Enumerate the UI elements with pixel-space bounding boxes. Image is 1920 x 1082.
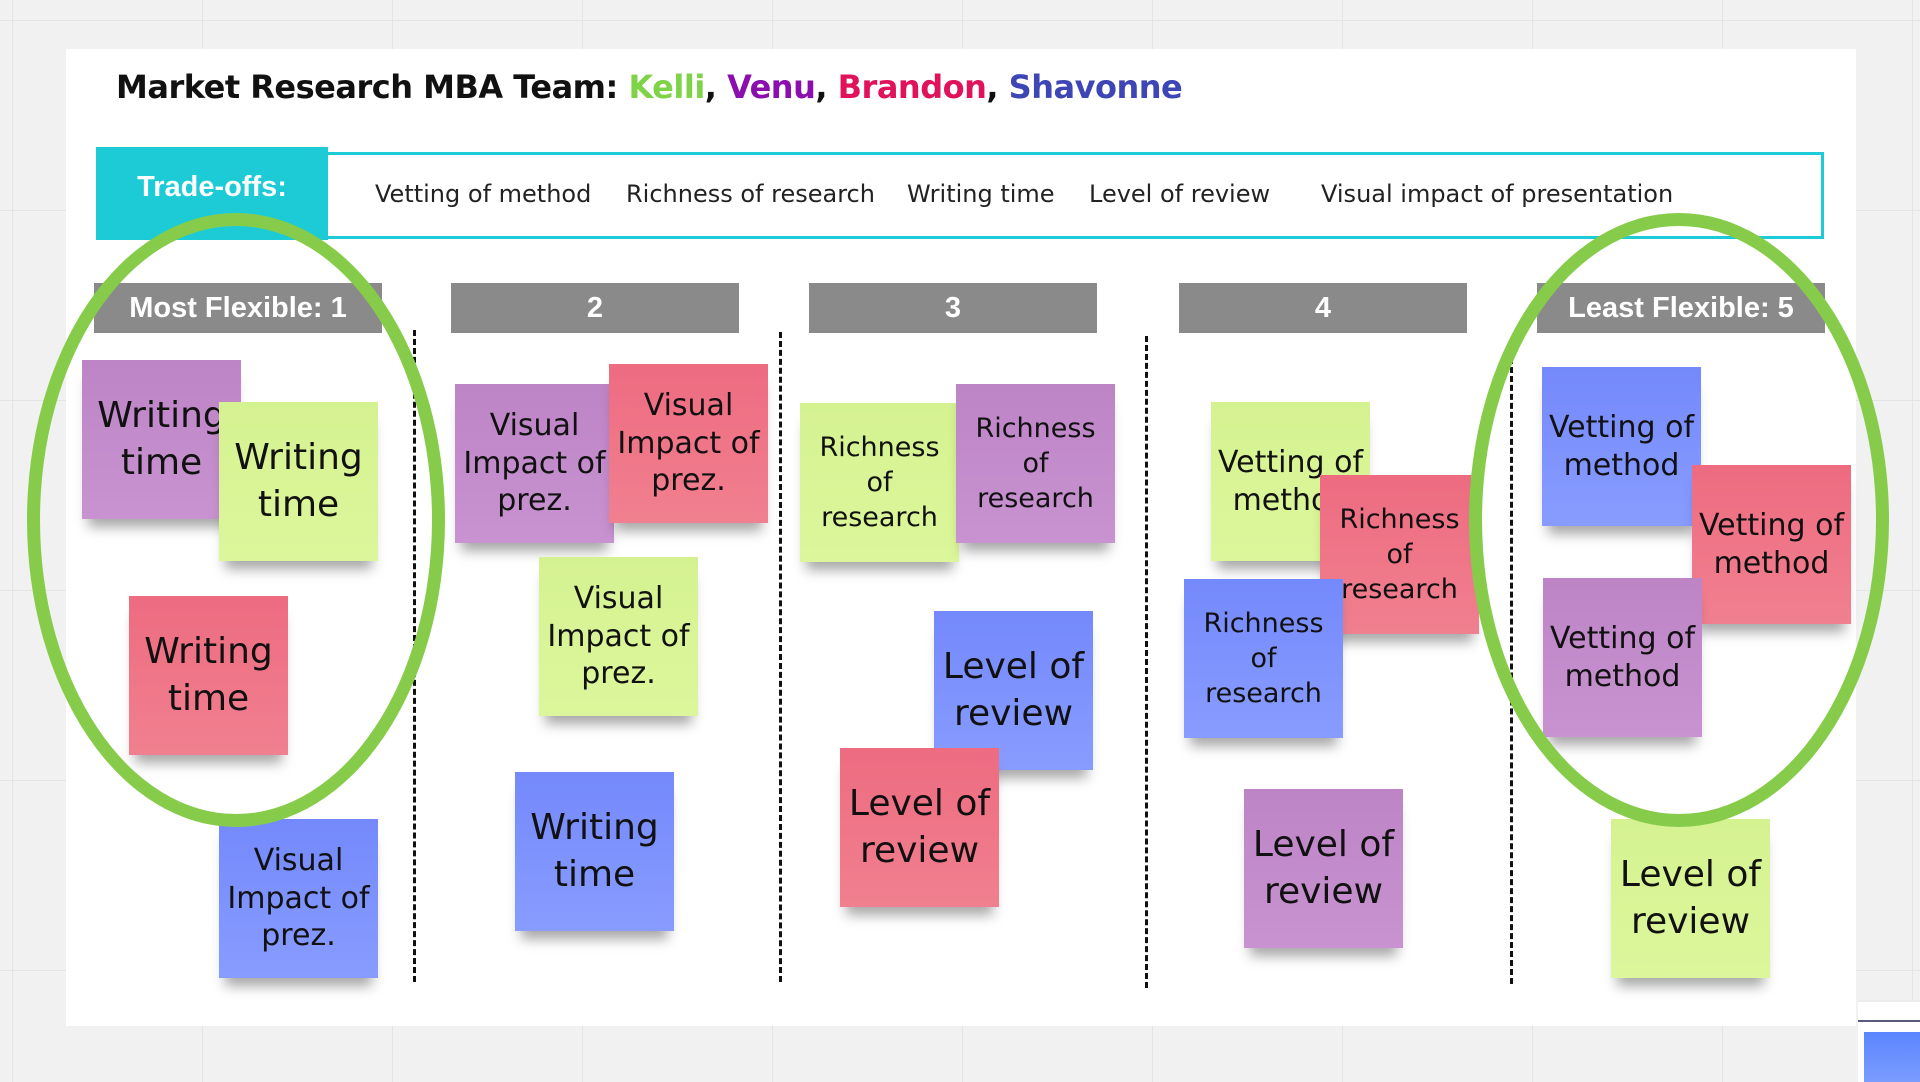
team-member-venu: Venu — [727, 68, 816, 106]
column-header-5: Least Flexible: 5 — [1537, 283, 1825, 333]
title-prefix: Market Research MBA Team: — [116, 68, 629, 106]
thumbnail-preview-image — [1864, 1032, 1920, 1082]
thumbnail-divider — [1858, 1020, 1920, 1022]
sticky-note[interactable]: Level of review — [840, 748, 999, 907]
column-header-1: Most Flexible: 1 — [94, 283, 382, 333]
tradeoff-item: Vetting of method — [375, 180, 592, 208]
sticky-note[interactable]: Level of review — [1611, 819, 1770, 978]
column-divider — [1145, 336, 1148, 988]
title-separator: , — [986, 68, 1009, 106]
minimap-thumbnail[interactable] — [1858, 1000, 1920, 1082]
sticky-note[interactable]: Richness of research — [956, 384, 1115, 543]
sticky-note[interactable]: Level of review — [1244, 789, 1403, 948]
title-separator: , — [704, 68, 728, 106]
sticky-note[interactable]: Vetting of method — [1543, 578, 1702, 737]
sticky-note[interactable]: Vetting of method — [1692, 465, 1851, 624]
board-title: Market Research MBA Team: Kelli, Venu, B… — [116, 68, 1183, 106]
team-member-shavonne: Shavonne — [1008, 68, 1183, 106]
sticky-note[interactable]: Richness of research — [800, 403, 959, 562]
sticky-note[interactable]: Level of review — [934, 611, 1093, 770]
tradeoff-item: Writing time — [907, 180, 1055, 208]
sticky-note[interactable]: Writing time — [219, 402, 378, 561]
column-header-2: 2 — [451, 283, 739, 333]
sticky-note[interactable]: Writing time — [129, 596, 288, 755]
team-member-brandon: Brandon — [837, 68, 987, 106]
tradeoff-item: Level of review — [1089, 180, 1271, 208]
sticky-note[interactable]: Vetting of method — [1542, 367, 1701, 526]
sticky-note[interactable]: Richness of research — [1184, 579, 1343, 738]
sticky-note[interactable]: Visual Impact of prez. — [539, 557, 698, 716]
team-member-kelli: Kelli — [628, 68, 705, 106]
sticky-note[interactable]: Writing time — [82, 360, 241, 519]
column-divider — [413, 330, 416, 982]
sticky-note[interactable]: Richness of research — [1320, 475, 1479, 634]
column-header-3: 3 — [809, 283, 1097, 333]
sticky-note[interactable]: Visual Impact of prez. — [219, 819, 378, 978]
sticky-note[interactable]: Visual Impact of prez. — [609, 364, 768, 523]
sticky-note[interactable]: Visual Impact of prez. — [455, 384, 614, 543]
title-separator: , — [815, 68, 838, 106]
column-divider — [1510, 340, 1513, 984]
tradeoff-item: Richness of research — [626, 180, 875, 208]
column-header-4: 4 — [1179, 283, 1467, 333]
tradeoffs-label: Trade-offs: — [96, 147, 328, 240]
column-divider — [779, 332, 782, 982]
sticky-note[interactable]: Writing time — [515, 772, 674, 931]
tradeoff-item: Visual impact of presentation — [1321, 180, 1674, 208]
